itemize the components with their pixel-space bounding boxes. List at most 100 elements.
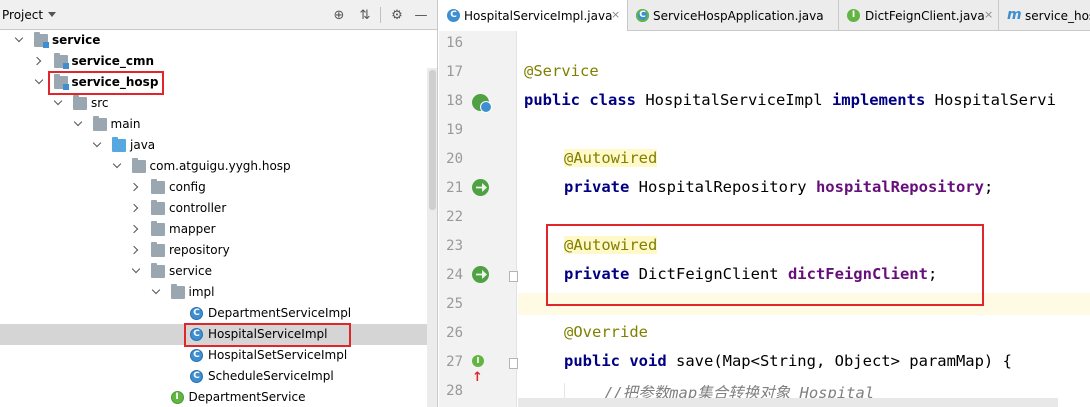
- code-area[interactable]: @Service public class HospitalServiceImp…: [518, 31, 1090, 407]
- editor-tab-bar: C HospitalServiceImpl.java × C ServiceHo…: [439, 0, 1090, 31]
- tab-service-hosp-application[interactable]: C ServiceHospApplication.java: [628, 0, 839, 31]
- toolbar-separator: [380, 7, 381, 23]
- project-view-selector[interactable]: Project: [2, 8, 43, 22]
- chevron-down-icon[interactable]: [53, 98, 63, 108]
- interface-icon: I: [170, 391, 184, 404]
- tab-label: service_hos: [1025, 9, 1090, 23]
- tree-node-label: HospitalSetServiceImpl: [208, 348, 348, 362]
- collapse-icon[interactable]: ⇅: [356, 6, 374, 24]
- chevron-down-icon[interactable]: [73, 119, 83, 129]
- line-number: 25: [446, 296, 463, 312]
- interface-icon: I: [847, 9, 860, 22]
- gear-icon[interactable]: ⚙: [388, 6, 406, 24]
- editor-gutter[interactable]: 16 17 18 19 20 21 22 23 24 25 26 27 I↑ 28: [439, 31, 518, 407]
- tab-dict-feign-client[interactable]: I DictFeignClient.java ×: [839, 0, 999, 31]
- code-line-26: @Override: [564, 323, 648, 341]
- tree-node[interactable]: main: [0, 114, 437, 135]
- tree-node-label: repository: [169, 243, 230, 257]
- field-token: hospitalRepository: [815, 178, 984, 196]
- tab-label: DictFeignClient.java: [865, 9, 985, 23]
- editor-horizontal-scrollbar[interactable]: [518, 398, 1058, 407]
- line-number: 23: [446, 238, 463, 254]
- tree-node[interactable]: com.atguigu.yygh.hosp: [0, 156, 437, 177]
- autowired-navigate-icon[interactable]: [472, 266, 489, 283]
- tab-label: HospitalServiceImpl.java: [464, 9, 613, 23]
- line-number: 22: [446, 209, 463, 225]
- tree-node-label: config: [169, 180, 206, 194]
- class-name-token: HospitalServiceImpl: [635, 91, 832, 109]
- package-icon: [170, 284, 185, 299]
- chevron-down-icon[interactable]: [151, 287, 161, 297]
- tree-node-label: service: [52, 33, 101, 47]
- tab-service-hosp-pom[interactable]: m service_hos: [999, 0, 1090, 31]
- keyword-token: public class: [524, 91, 636, 109]
- tree-node-label: DepartmentService: [188, 390, 306, 404]
- package-icon: [151, 179, 165, 194]
- tree-node[interactable]: repository: [0, 240, 437, 261]
- line-number: 28: [446, 383, 463, 399]
- tree-node-label: service: [169, 264, 212, 278]
- close-icon[interactable]: ×: [611, 8, 620, 21]
- chevron-down-icon[interactable]: [34, 77, 44, 87]
- chevron-down-icon[interactable]: [131, 266, 141, 276]
- line-number: 21: [446, 180, 463, 196]
- module-icon: [34, 32, 49, 48]
- spring-bean-icon[interactable]: [472, 94, 492, 113]
- chevron-right-icon[interactable]: [131, 224, 141, 234]
- tree-node[interactable]: src: [0, 93, 437, 114]
- folder-icon: [73, 95, 87, 110]
- hide-icon[interactable]: —: [412, 6, 430, 24]
- tree-node-label: controller: [169, 201, 227, 215]
- fold-marker-icon[interactable]: [509, 271, 518, 282]
- chevron-right-icon[interactable]: [131, 203, 141, 213]
- line-number: 26: [446, 325, 463, 341]
- chevron-down-icon[interactable]: [92, 140, 102, 150]
- tree-node[interactable]: C HospitalSetServiceImpl: [0, 345, 437, 366]
- line-number: 19: [446, 122, 463, 138]
- chevron-down-icon[interactable]: [112, 161, 122, 171]
- annotation-token: @Override: [564, 323, 648, 341]
- tab-hospital-service-impl[interactable]: C HospitalServiceImpl.java ×: [439, 0, 628, 31]
- chevron-right-icon[interactable]: [131, 245, 141, 255]
- chevron-down-icon[interactable]: [14, 35, 24, 45]
- tree-node[interactable]: service_cmn: [0, 51, 437, 72]
- tree-node[interactable]: java: [0, 135, 437, 156]
- crosshair-icon[interactable]: ⊕: [330, 6, 348, 24]
- tree-node[interactable]: I DepartmentService: [0, 387, 437, 407]
- package-icon: [151, 221, 165, 236]
- keyword-token: implements: [831, 91, 926, 109]
- tree-node[interactable]: controller: [0, 198, 437, 219]
- maven-icon: m: [1007, 7, 1022, 23]
- package-icon: [151, 200, 165, 215]
- override-implements-icon[interactable]: I↑: [472, 355, 489, 385]
- tree-node[interactable]: impl: [0, 282, 437, 303]
- tree-node-label: src: [91, 96, 109, 110]
- tree-node-label: service_cmn: [71, 54, 155, 68]
- tree-node[interactable]: service: [0, 30, 437, 51]
- chevron-down-icon[interactable]: [48, 12, 56, 17]
- tree-node-label: ScheduleServiceImpl: [208, 369, 334, 383]
- line-number: 20: [446, 151, 463, 167]
- tree-node[interactable]: mapper: [0, 219, 437, 240]
- highlight-box-dict-feign-client: [546, 224, 984, 306]
- tree-node[interactable]: config: [0, 177, 437, 198]
- project-tool-window: Project ⊕ ⇅ ⚙ — service service_cmn servic…: [0, 0, 438, 407]
- semicolon-token: ;: [983, 178, 994, 196]
- code-line-20: @Autowired: [564, 149, 658, 167]
- close-icon[interactable]: ×: [984, 8, 993, 21]
- tree-node[interactable]: service: [0, 261, 437, 282]
- fold-marker-icon[interactable]: [509, 358, 518, 369]
- tree-node[interactable]: service_hosp: [0, 71, 437, 95]
- autowired-navigate-icon[interactable]: [472, 179, 489, 196]
- chevron-right-icon[interactable]: [34, 56, 44, 66]
- tree-node[interactable]: C DepartmentServiceImpl: [0, 303, 437, 324]
- highlight-box: [47, 71, 164, 95]
- chevron-right-icon[interactable]: [131, 182, 141, 192]
- tree-node[interactable]: C ScheduleServiceImpl: [0, 366, 437, 387]
- tree-node[interactable]: C HospitalServiceImpl: [0, 323, 437, 347]
- line-number: 27: [446, 354, 463, 370]
- tree-node-label: java: [130, 138, 156, 152]
- code-line-27: public void save(Map<String, Object> par…: [564, 352, 1012, 370]
- project-scrollbar[interactable]: [427, 68, 437, 407]
- project-scrollbar-thumb[interactable]: [429, 70, 436, 210]
